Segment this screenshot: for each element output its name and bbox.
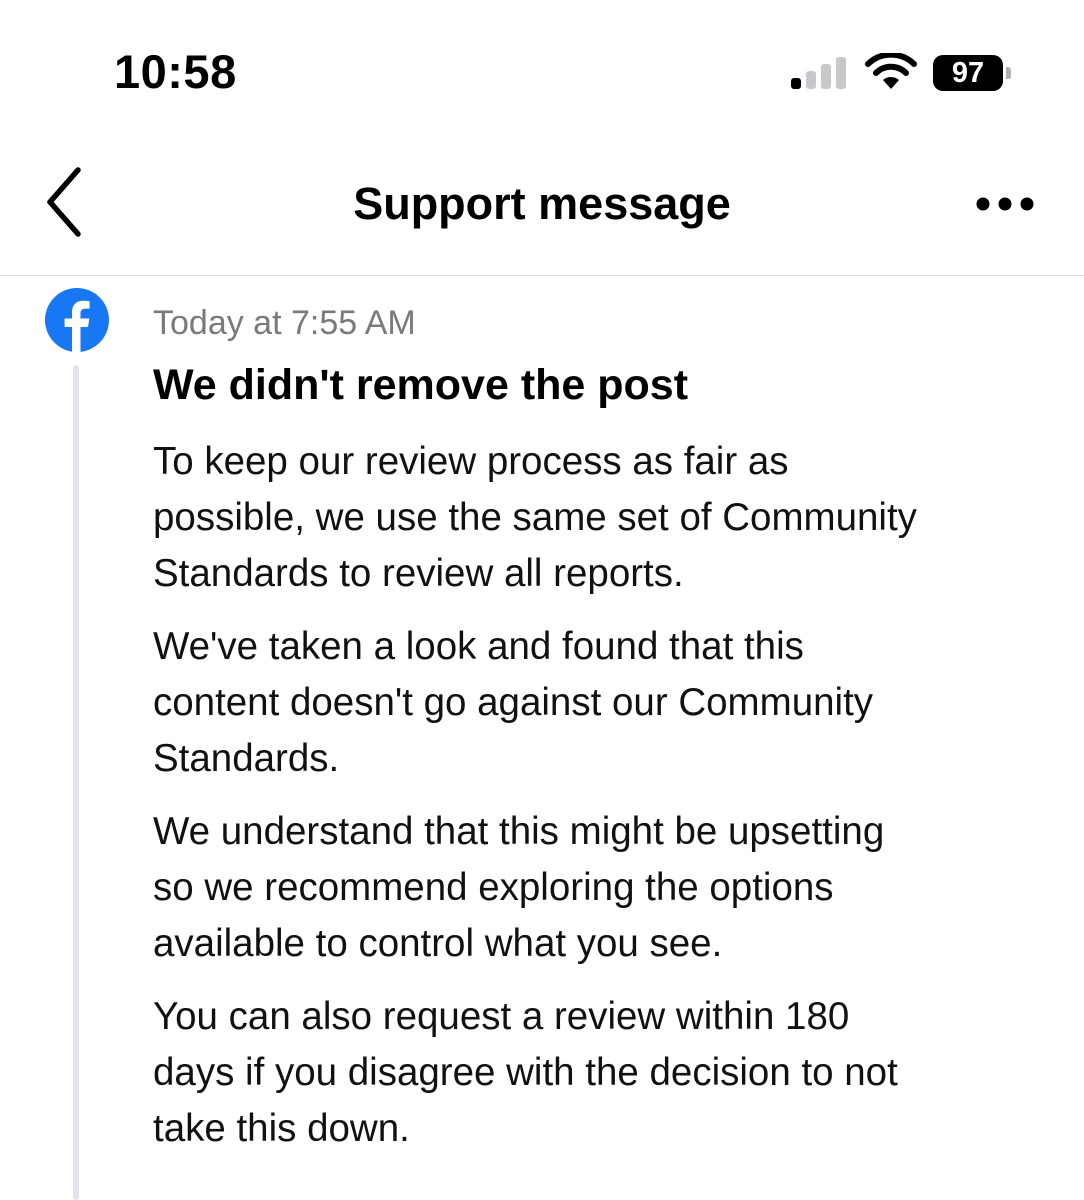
message-timestamp: Today at 7:55 AM (153, 304, 416, 342)
message-line: You can also request a review within 180 (153, 995, 850, 1038)
message-body: To keep our review process as fair as po… (153, 434, 1053, 1174)
cellular-signal-icon (791, 55, 849, 89)
message-paragraph: We understand that this might be upsetti… (153, 804, 1053, 972)
support-message: Today at 7:55 AM We didn't remove the po… (0, 277, 1084, 1200)
battery-level: 97 (933, 55, 1003, 91)
navigation-bar: Support message (0, 140, 1084, 276)
message-paragraph: You can also request a review within 180… (153, 989, 1053, 1157)
thread-line (73, 365, 79, 1200)
message-line: days if you disagree with the decision t… (153, 1051, 898, 1094)
message-line: We've taken a look and found that this (153, 625, 804, 668)
message-line: possible, we use the same set of Communi… (153, 496, 917, 539)
message-line: Standards. (153, 737, 340, 780)
facebook-logo-icon (45, 288, 109, 352)
page-title: Support message (353, 178, 731, 229)
status-time: 10:58 (114, 45, 237, 98)
support-message-screen: 10:58 97 Support message Today at 7:55 A… (0, 0, 1084, 1200)
wifi-icon (865, 53, 917, 89)
message-line: available to control what you see. (153, 922, 723, 965)
message-line: content doesn't go against our Community (153, 681, 874, 724)
message-line: take this down. (153, 1107, 410, 1150)
message-paragraph: To keep our review process as fair as po… (153, 434, 1053, 602)
status-bar: 10:58 97 (0, 0, 1084, 140)
more-options-icon[interactable] (965, 182, 1050, 226)
message-line: Standards to review all reports. (153, 552, 684, 595)
message-paragraph: We've taken a look and found that this c… (153, 619, 1053, 787)
message-line: To keep our review process as fair as (153, 440, 789, 483)
battery-icon: 97 (933, 55, 1013, 91)
message-line: We understand that this might be upsetti… (153, 810, 885, 853)
message-line: so we recommend exploring the options (153, 866, 834, 909)
message-title: We didn't remove the post (153, 361, 689, 409)
